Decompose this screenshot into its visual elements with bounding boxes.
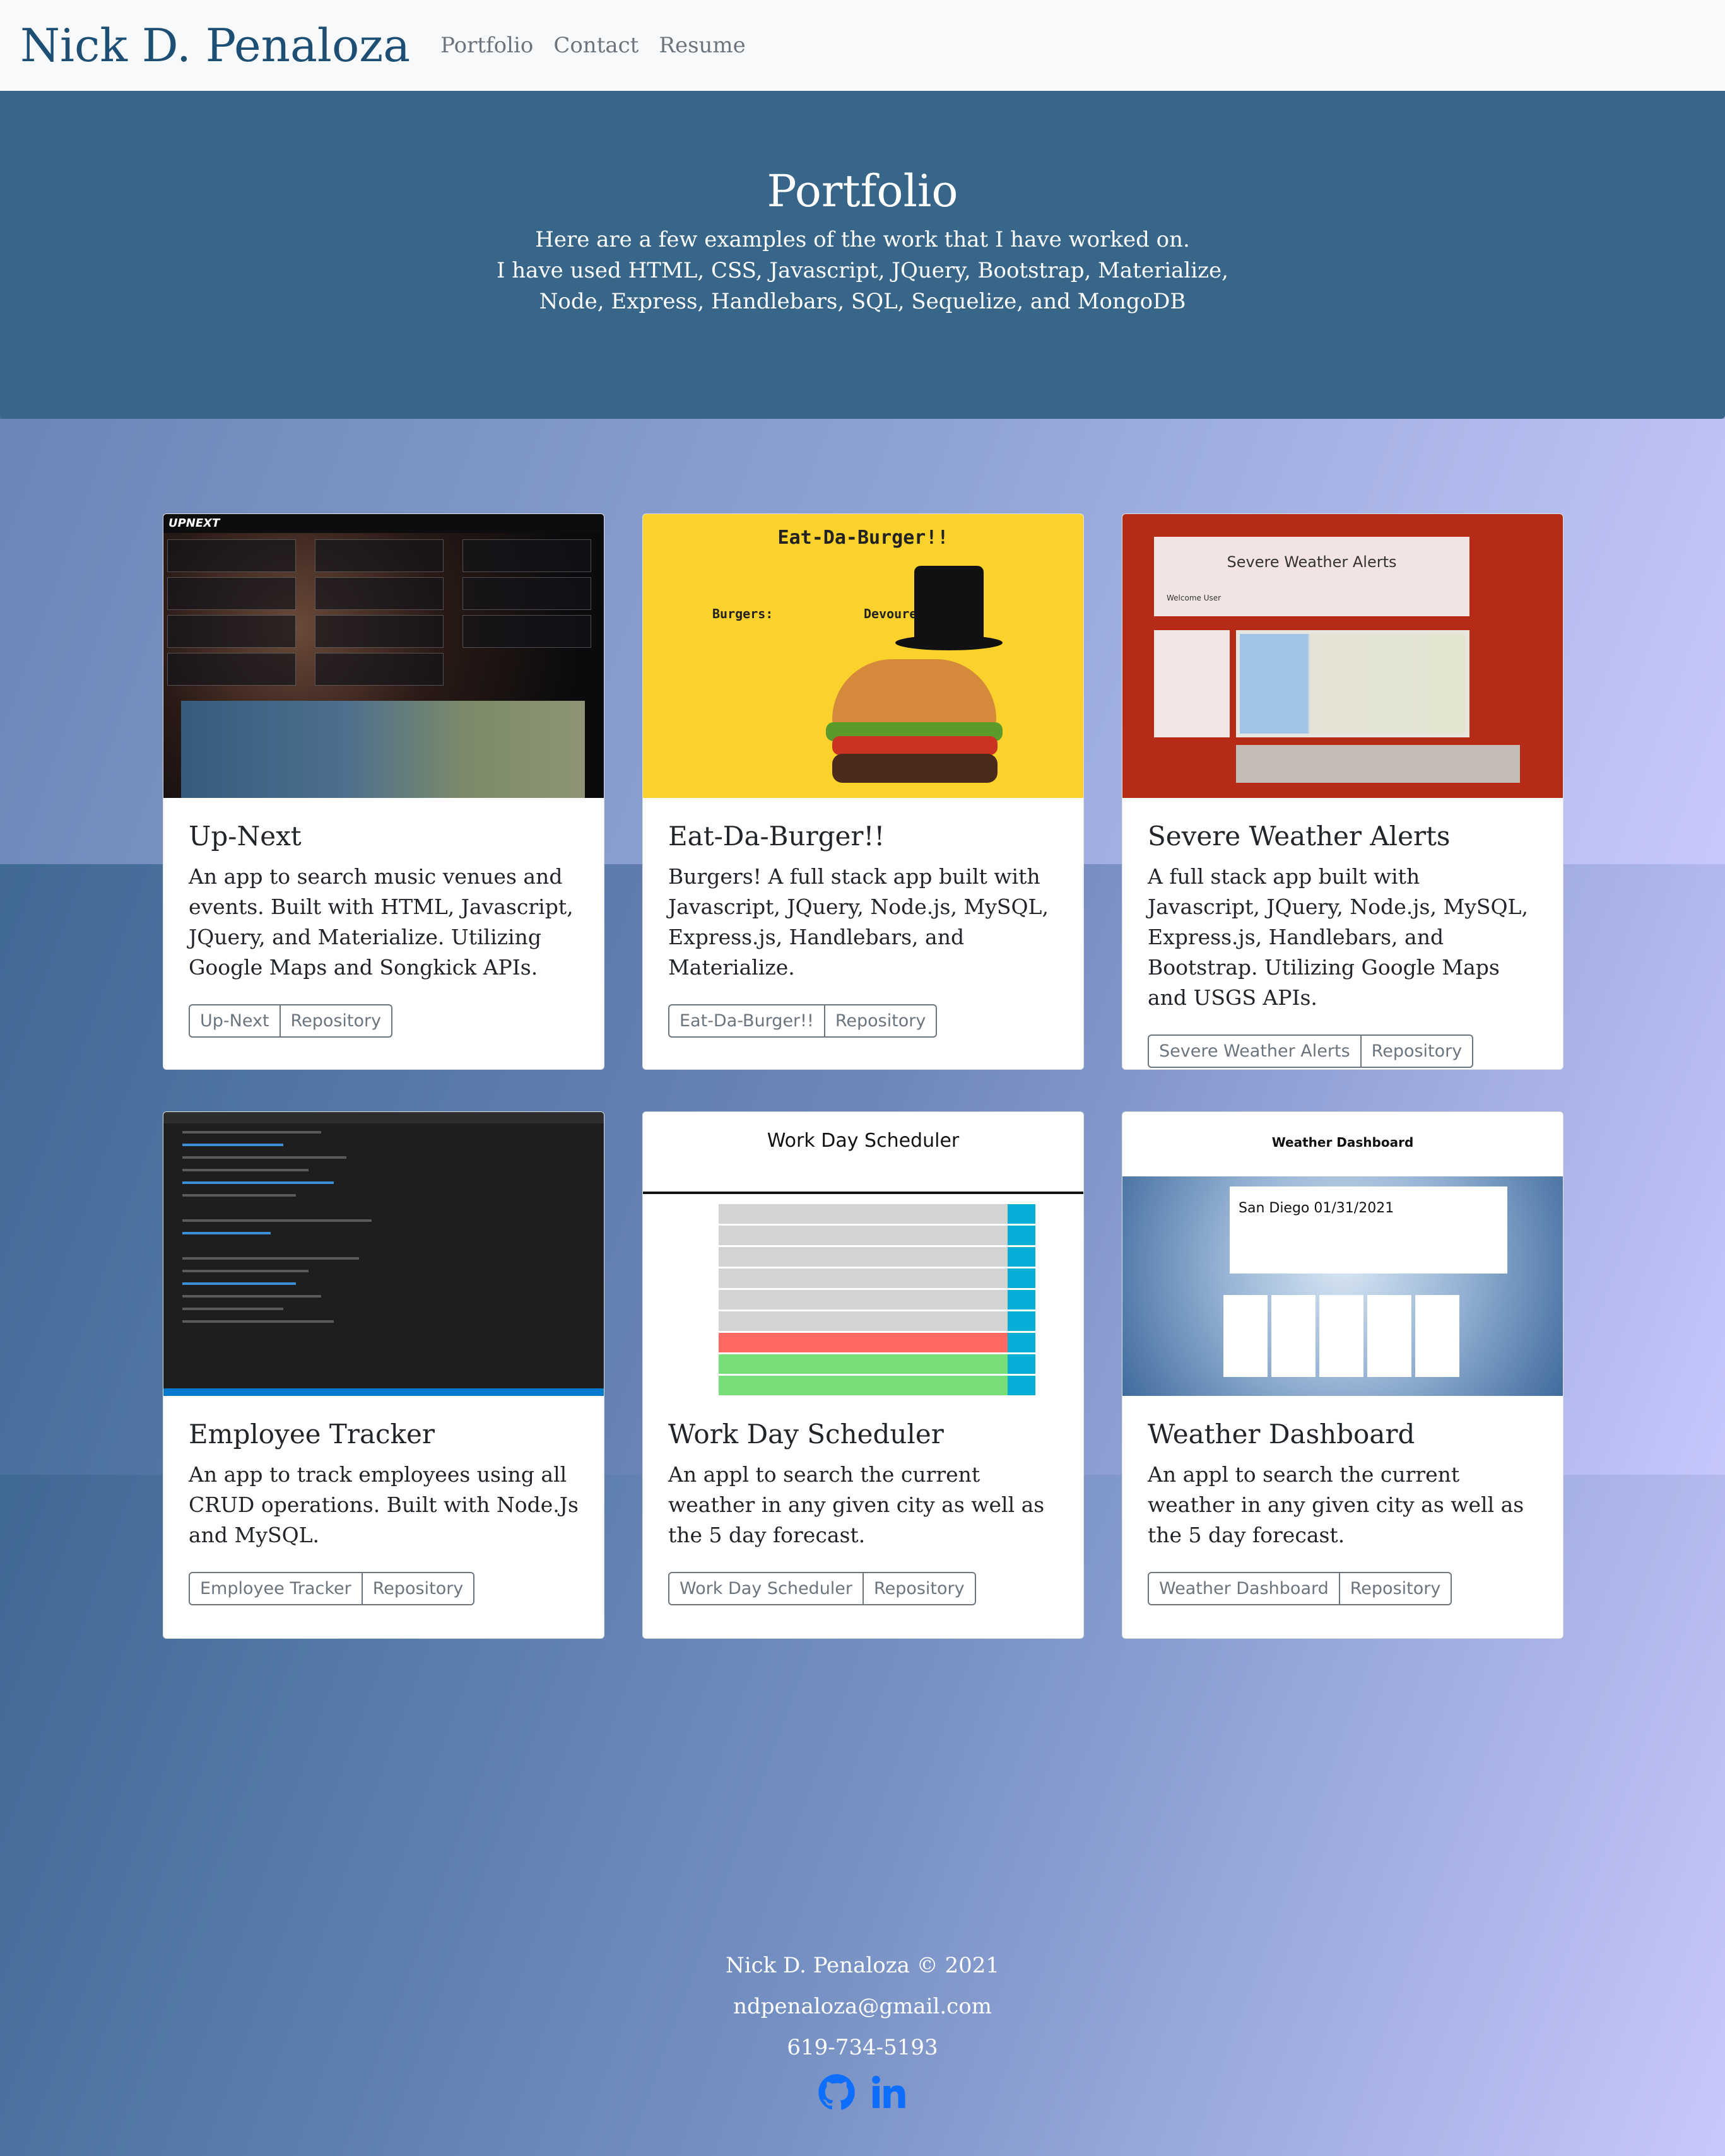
card-description: An app to track employees using all CRUD… [189, 1462, 579, 1547]
card-description: An app to search music venues and events… [189, 864, 574, 980]
project-screenshot-up-next: UPNEXT [163, 514, 604, 798]
repository-button[interactable]: Repository [362, 1572, 475, 1605]
navbar: Nick D. Penaloza Portfolio Contact Resum… [0, 0, 1725, 91]
linkedin-icon[interactable] [869, 2073, 907, 2125]
burger-image [832, 659, 996, 729]
card-button-group: Work Day Scheduler Repository [668, 1572, 976, 1605]
map-preview [181, 701, 585, 798]
card-button-group: Weather Dashboard Repository [1148, 1572, 1452, 1605]
dashboard-thumb-heading: Weather Dashboard [1271, 1135, 1414, 1150]
project-screenshot-employee-tracker [163, 1112, 604, 1396]
card-description: An appl to search the current weather in… [668, 1462, 1045, 1547]
repository-button[interactable]: Repository [1339, 1572, 1452, 1605]
project-app-button[interactable]: Severe Weather Alerts [1148, 1034, 1362, 1068]
card-button-group: Up-Next Repository [189, 1004, 393, 1038]
card-button-group: Severe Weather Alerts Repository [1148, 1034, 1474, 1068]
hero-intro: Here are a few examples of the work that… [0, 225, 1725, 317]
card-description: A full stack app built with Javascript, … [1148, 864, 1528, 1010]
weather-thumb-heading: Severe Weather Alerts [1227, 553, 1397, 571]
project-card-employee-tracker: Employee Tracker An app to track employe… [163, 1111, 604, 1639]
footer-copyright: Nick D. Penaloza © 2021 [725, 1953, 1000, 1978]
burger-thumb-heading: Eat-Da-Burger!! [777, 527, 949, 549]
nav-link-resume[interactable]: Resume [659, 33, 745, 58]
project-screenshot-work-day-scheduler: Work Day Scheduler [643, 1112, 1083, 1396]
project-card-up-next: UPNEXT Up-Next An app to search music ve… [163, 513, 604, 1070]
footer-email[interactable]: ndpenaloza@gmail.com [0, 1986, 1725, 2027]
project-card-eat-da-burger: Eat-Da-Burger!! Burgers: Devoured: Eat-D… [642, 513, 1084, 1070]
project-app-button[interactable]: Up-Next [189, 1004, 281, 1038]
card-title: Up-Next [189, 821, 302, 852]
hero-line-3: Node, Express, Handlebars, SQL, Sequeliz… [539, 289, 1186, 314]
page-title: Portfolio [767, 165, 958, 217]
card-title: Eat-Da-Burger!! [668, 821, 885, 852]
card-description: An appl to search the current weather in… [1148, 1462, 1524, 1547]
project-card-work-day-scheduler: Work Day Scheduler Work Day Scheduler An… [642, 1111, 1084, 1639]
card-title: Work Day Scheduler [668, 1419, 944, 1450]
footer: Nick D. Penaloza © 2021 ndpenaloza@gmail… [0, 1945, 1725, 2125]
nav-link-contact[interactable]: Contact [553, 33, 639, 58]
project-app-button[interactable]: Eat-Da-Burger!! [668, 1004, 825, 1038]
repository-button[interactable]: Repository [1361, 1034, 1474, 1068]
top-hat-image [914, 566, 984, 642]
brand-link[interactable]: Nick D. Penaloza [20, 19, 410, 72]
social-links [0, 2073, 1725, 2125]
project-card-severe-weather-alerts: Severe Weather Alerts Welcome User Sever… [1122, 513, 1563, 1070]
project-screenshot-weather-dashboard: Weather Dashboard San Diego 01/31/2021 [1122, 1112, 1563, 1396]
card-title: Employee Tracker [189, 1419, 435, 1450]
project-screenshot-eat-da-burger: Eat-Da-Burger!! Burgers: Devoured: [643, 514, 1083, 798]
card-title: Weather Dashboard [1148, 1419, 1415, 1450]
scheduler-thumb-heading: Work Day Scheduler [767, 1130, 960, 1152]
hero-line-2: I have used HTML, CSS, Javascript, JQuer… [497, 258, 1228, 283]
repository-button[interactable]: Repository [825, 1004, 938, 1038]
github-icon[interactable] [818, 2073, 856, 2125]
repository-button[interactable]: Repository [864, 1572, 976, 1605]
card-button-group: Employee Tracker Repository [189, 1572, 475, 1605]
nav-link-portfolio[interactable]: Portfolio [440, 33, 533, 58]
hero-line-1: Here are a few examples of the work that… [535, 227, 1190, 252]
up-next-logo: UPNEXT [168, 517, 220, 530]
dashboard-city: San Diego 01/31/2021 [1239, 1200, 1394, 1216]
card-button-group: Eat-Da-Burger!! Repository [668, 1004, 938, 1038]
card-title: Severe Weather Alerts [1148, 821, 1451, 852]
card-description: Burgers! A full stack app built with Jav… [668, 864, 1049, 980]
hero-jumbotron: Portfolio Here are a few examples of the… [0, 91, 1725, 419]
repository-button[interactable]: Repository [280, 1004, 393, 1038]
project-app-button[interactable]: Work Day Scheduler [668, 1572, 864, 1605]
footer-phone: 619-734-5193 [787, 2035, 938, 2060]
project-screenshot-severe-weather-alerts: Severe Weather Alerts Welcome User [1122, 514, 1563, 798]
map-preview [1236, 630, 1469, 737]
project-app-button[interactable]: Employee Tracker [189, 1572, 363, 1605]
project-app-button[interactable]: Weather Dashboard [1148, 1572, 1340, 1605]
project-card-weather-dashboard: Weather Dashboard San Diego 01/31/2021 W… [1122, 1111, 1563, 1639]
